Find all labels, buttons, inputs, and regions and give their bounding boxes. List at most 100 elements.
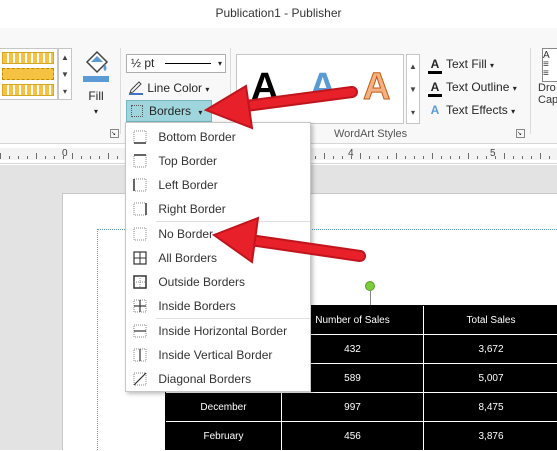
text-outline-button[interactable]: A Text Outline ▾ [428,77,517,97]
ruler-tick [81,156,82,159]
ruler-tick [360,153,361,159]
wordart-style-orange[interactable]: A [362,67,390,108]
ruler-tick [90,156,91,159]
text-fill-icon: A [428,57,442,74]
dialog-launcher-icon[interactable]: ↘ [516,129,525,138]
pen-icon [129,81,143,95]
ruler-tick [495,156,496,159]
rotation-handle[interactable] [365,281,375,291]
text-effects-label: Text Effects [446,103,508,117]
text-outline-label: Text Outline [446,80,510,94]
gallery-more-icon[interactable]: ▾ [59,83,71,100]
drop-cap-icon: A ≡ ≡ [542,48,557,82]
group-divider [530,48,531,134]
ruler-tick [54,156,55,159]
shape-styles-gallery[interactable] [0,48,58,100]
table-cell[interactable]: 3,672 [424,335,557,364]
left-border-icon [133,178,147,192]
style-swatch[interactable] [2,84,54,96]
chevron-down-icon: ▾ [217,59,222,68]
table-cell[interactable]: December [166,393,282,422]
ruler-tick [324,153,325,159]
style-swatch[interactable] [2,68,54,80]
table-cell[interactable]: February [166,422,282,451]
menu-item-label: Left Border [158,178,218,192]
gallery-more-icon[interactable]: ▾ [407,101,419,124]
wordart-style-blue[interactable]: A [309,67,336,107]
menu-item-left-border[interactable]: Left Border [127,173,309,197]
table-cell[interactable]: 997 [282,393,424,422]
ruler-tick [315,156,316,159]
drop-cap-label-line2: Cap [538,94,557,106]
menu-item-inside-vertical-border[interactable]: Inside Vertical Border [127,343,309,367]
top-border-icon [133,154,147,168]
table-cell[interactable]: 3,876 [424,422,557,451]
ruler-tick [540,153,541,159]
scroll-up-icon[interactable]: ▲ [59,49,71,66]
ruler-tick [0,153,1,159]
borders-button[interactable]: Borders ▾ [126,100,212,122]
menu-item-inside-borders[interactable]: Inside Borders [127,294,309,318]
menu-item-right-border[interactable]: Right Border [127,197,309,221]
line-color-label: Line Color [147,81,203,95]
drop-cap-button[interactable]: A ≡ ≡ Dro Cap [538,48,557,128]
chevron-down-icon: ▾ [511,107,516,116]
menu-item-label: All Borders [158,251,218,265]
ruler-tick [378,156,379,159]
ruler-tick [9,156,10,159]
ruler-tick [405,156,406,159]
inside-vertical-border-icon [133,348,147,362]
ruler-tick [117,156,118,159]
text-fill-label: Text Fill [446,57,487,71]
dialog-launcher-icon[interactable]: ↘ [110,129,119,138]
menu-item-label: Inside Vertical Border [158,348,273,362]
ruler-tick [468,153,469,159]
table-header-cell[interactable]: Total Sales [424,306,557,335]
fill-label: Fill [88,89,104,103]
chevron-down-icon: ▾ [198,108,203,117]
table-cell[interactable]: 456 [282,422,424,451]
style-swatch[interactable] [2,52,54,64]
ruler-tick [369,156,370,159]
text-effects-button[interactable]: A Text Effects ▾ [428,100,516,120]
inside-horizontal-border-icon [133,324,147,338]
text-fill-button[interactable]: A Text Fill ▾ [428,54,494,74]
line-color-button[interactable]: Line Color ▾ [126,78,226,98]
ruler-tick [333,156,334,159]
scroll-up-icon[interactable]: ▲ [407,55,419,78]
drop-cap-label-line1: Dro [538,82,556,94]
shape-fill-button[interactable]: Fill ▾ [76,48,116,116]
scroll-down-icon[interactable]: ▼ [59,66,71,83]
group-divider [120,48,121,134]
wordart-gallery-scroll[interactable]: ▲ ▼ ▾ [406,54,420,124]
ruler-tick [549,156,550,159]
ruler-tick [27,156,28,159]
table-cell[interactable]: 8,475 [424,393,557,422]
ruler-tick [450,156,451,159]
ruler-tick [513,156,514,159]
menu-item-label: Inside Horizontal Border [158,324,288,338]
ruler-tick [504,153,505,159]
scroll-down-icon[interactable]: ▼ [407,78,419,101]
right-border-icon [133,202,147,216]
table-cell[interactable]: 5,007 [424,364,557,393]
menu-item-inside-horizontal-border[interactable]: Inside Horizontal Border [127,319,309,343]
menu-item-bottom-border[interactable]: Bottom Border [127,125,309,149]
menu-item-all-borders[interactable]: All Borders [127,246,309,270]
wordart-style-black[interactable]: A [251,67,278,107]
ruler-tick [432,153,433,159]
margin-guide-vertical [97,229,98,450]
menu-item-label: Diagonal Borders [158,372,252,386]
menu-item-top-border[interactable]: Top Border [127,149,309,173]
all-borders-icon [133,251,147,265]
styles-gallery-scroll[interactable]: ▲ ▼ ▾ [58,48,72,100]
border-weight-select[interactable]: ½ pt ▾ [126,54,226,73]
ruler-tick [108,153,109,159]
borders-label: Borders [149,104,192,118]
ruler-tick [441,156,442,159]
wordart-styles-gallery[interactable]: A A A [236,54,404,124]
menu-item-outside-borders[interactable]: Outside Borders [127,270,309,294]
menu-item-diagonal-borders[interactable]: Diagonal Borders [127,367,309,391]
ruler-tick [351,156,352,159]
menu-item-no-border[interactable]: No Border [127,222,309,246]
